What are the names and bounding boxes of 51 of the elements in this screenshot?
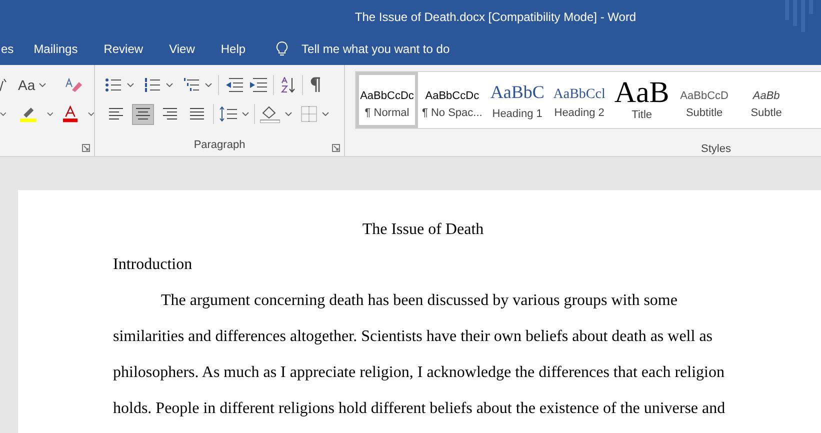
- font-color-icon[interactable]: [63, 105, 78, 123]
- align-button[interactable]: [132, 104, 154, 124]
- dialog-launcher-icon[interactable]: [332, 144, 340, 152]
- document-title: The Issue of Death: [361, 220, 485, 240]
- pilcrow-icon[interactable]: [309, 77, 321, 93]
- sort-icon[interactable]: [280, 77, 296, 93]
- dialog-launcher-icon[interactable]: [82, 144, 90, 152]
- group-label: Paragraph: [194, 138, 246, 153]
- ribbon-tab[interactable]: View: [169, 40, 195, 58]
- caret-icon: [242, 112, 249, 116]
- caret-icon: [88, 112, 94, 116]
- ribbon-tab[interactable]: es: [1, 40, 14, 58]
- numbering-icon[interactable]: [144, 78, 160, 92]
- style-option[interactable]: AaBbCcDc ¶ Normal: [356, 72, 418, 128]
- window-title: The Issue of Death.docx [Compatibility Mode] - Word: [354, 8, 636, 26]
- ribbon-tab[interactable]: Mailings: [34, 40, 78, 58]
- multilevel-list-icon[interactable]: [183, 78, 199, 92]
- change-case-button[interactable]: Aa: [18, 74, 46, 96]
- style-option[interactable]: AaB Title: [610, 72, 674, 128]
- caret-icon: [322, 112, 329, 116]
- caret-icon: [46, 112, 54, 116]
- caret-icon: [127, 83, 134, 87]
- caret-icon: [205, 83, 212, 87]
- decrease-indent-icon[interactable]: [225, 78, 243, 92]
- ribbon-tab[interactable]: Help: [220, 40, 246, 58]
- borders-icon[interactable]: [301, 106, 317, 122]
- ribbon-tab[interactable]: Review: [104, 40, 144, 58]
- section-heading: Introduction: [113, 255, 194, 275]
- body-paragraph: The argument concerning death has been discussed by various groups with some similarities and differences altogether. Scientists have their own beliefs about death as well as philosophers. As much as I appreciate religion, I acknowledge the differences that each religion holds. People in different religions hold different beliefs about the existence of the universe and: [113, 291, 726, 419]
- tell-me-search[interactable]: Tell me what you want to do: [302, 40, 450, 58]
- caret-icon: [0, 112, 6, 116]
- bullets-icon[interactable]: [105, 78, 121, 92]
- style-option[interactable]: AaBb Subtle: [735, 72, 798, 128]
- lightbulb-icon: [276, 41, 288, 57]
- eraser-icon[interactable]: [64, 77, 82, 93]
- increase-indent-icon[interactable]: [249, 78, 267, 92]
- group-label: Styles: [701, 142, 732, 156]
- alignment-icon: [189, 107, 205, 121]
- style-option[interactable]: AaBbCcDc ¶ No Spac...: [418, 72, 486, 128]
- alignment-icon: [108, 107, 124, 121]
- style-option[interactable]: AaBbCcl Heading 2: [548, 72, 610, 128]
- caret-icon: [285, 112, 292, 116]
- caret-icon: [166, 83, 173, 87]
- highlighter-icon[interactable]: [20, 105, 37, 123]
- caret-icon: [39, 83, 46, 87]
- style-option[interactable]: AaBbC Heading 1: [486, 72, 548, 128]
- alignment-icon: [162, 107, 178, 121]
- line-spacing-icon[interactable]: [219, 106, 237, 122]
- shading-icon[interactable]: [260, 105, 280, 123]
- style-option[interactable]: AaBbCcD Subtitle: [673, 72, 736, 128]
- alignment-icon: [135, 107, 151, 121]
